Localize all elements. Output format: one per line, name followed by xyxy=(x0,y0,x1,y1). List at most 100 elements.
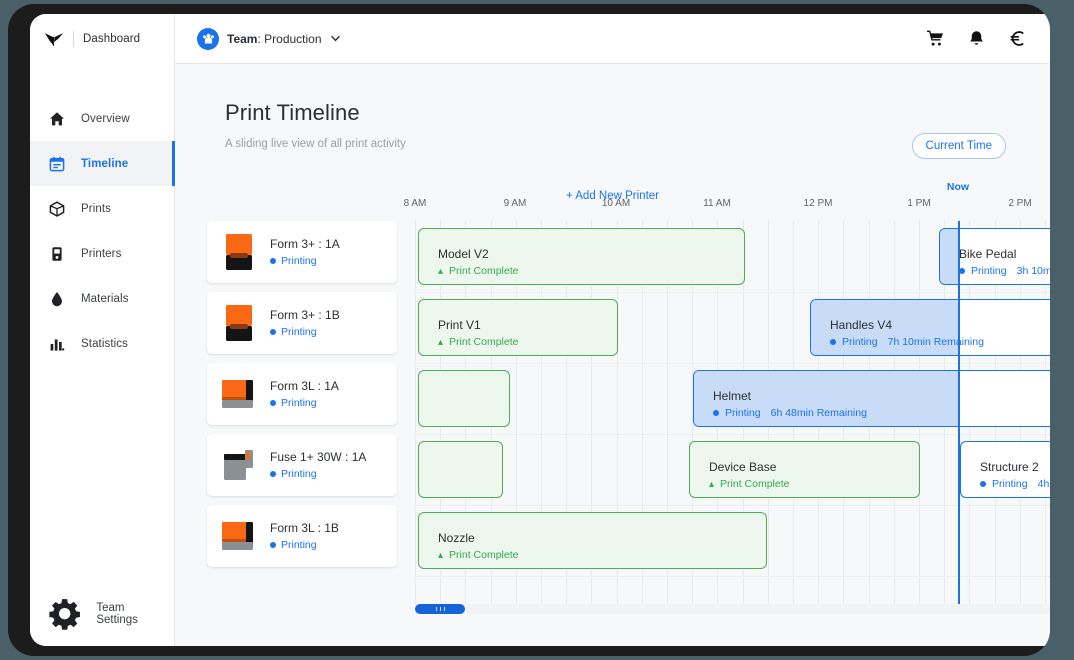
job-text: Device Base ▴ Print Complete xyxy=(709,460,789,490)
job-elapsed-fill xyxy=(940,229,959,284)
now-label: Now xyxy=(947,181,969,193)
printer-list: Form 3+ : 1APrintingForm 3+ : 1BPrinting… xyxy=(207,221,397,576)
axis-tick-label: 1 PM xyxy=(907,198,930,209)
timeline-grid-inner: Model V2▴Print CompleteBike PedalPrintin… xyxy=(415,221,1050,646)
status-dot-icon xyxy=(270,329,276,335)
printer-info: Form 3+ : 1BPrinting xyxy=(270,308,340,338)
printer-card[interactable]: Form 3L : 1A Printing xyxy=(207,363,397,425)
job-remaining: 7h 10min Remaining xyxy=(888,336,984,348)
printer-card[interactable]: Form 3+ : 1A Printing xyxy=(207,221,397,283)
axis-tick-label: 9 AM xyxy=(504,198,527,209)
job-status-label: Print Complete xyxy=(449,336,518,348)
page-title: Print Timeline xyxy=(225,100,1050,126)
job-text: Helmet Printing6h 48min Remaining xyxy=(713,389,867,419)
horizontal-scrollbar-track[interactable] xyxy=(415,604,1050,614)
timeline-job-block[interactable]: Print V1▴Print Complete xyxy=(418,299,618,356)
timeline-job-block[interactable]: Handles V4Printing7h 10min Remaining xyxy=(810,299,1050,356)
timeline-job-block[interactable]: Nozzle▴Print Complete xyxy=(418,512,767,569)
team-selector[interactable]: Team: Production xyxy=(197,28,341,50)
home-icon xyxy=(49,111,65,127)
printer-status: Printing xyxy=(270,468,366,480)
job-name: Bike Pedal xyxy=(959,247,1050,261)
sidebar-label: Materials xyxy=(81,293,129,305)
grid-rowline xyxy=(415,363,1050,364)
axis-tick-label: 10 AM xyxy=(602,198,630,209)
job-status-label: Print Complete xyxy=(449,265,518,277)
sidebar-label: Overview xyxy=(81,113,130,125)
job-status: ▴Print Complete xyxy=(438,549,518,561)
timeline-grid: Model V2▴Print CompleteBike PedalPrintin… xyxy=(415,221,1050,646)
status-dot-icon xyxy=(830,339,836,345)
sidebar-item-overview[interactable]: Overview xyxy=(30,96,174,141)
timeline-job-block[interactable]: Structure 2 Printing4h 37min Remaining xyxy=(960,441,1050,498)
timeline-job-block[interactable]: Device Base ▴ Print Complete xyxy=(689,441,920,498)
now-line xyxy=(958,221,960,604)
job-status: Printing6h 48min Remaining xyxy=(713,407,867,419)
printer-name: Form 3L : 1A xyxy=(270,379,339,393)
form3-printer-thumb xyxy=(220,303,258,343)
cart-icon[interactable] xyxy=(927,30,944,47)
job-remaining: 6h 48min Remaining xyxy=(771,407,867,419)
printer-card[interactable]: Form 3L : 1BPrinting xyxy=(207,505,397,567)
status-dot-icon xyxy=(270,471,276,477)
printer-name: Form 3+ : 1A xyxy=(270,237,340,251)
printer-card[interactable]: Form 3+ : 1BPrinting xyxy=(207,292,397,354)
form3-printer-thumb xyxy=(220,232,258,272)
printer-status-label: Printing xyxy=(281,397,317,409)
thumbs-up-icon: ▴ xyxy=(709,479,714,490)
thumbs-up-icon: ▴ xyxy=(438,550,443,561)
job-status-label: Printing xyxy=(971,265,1007,277)
app-screen: Dashboard Overview Timeline xyxy=(30,14,1050,646)
sidebar-item-timeline[interactable]: Timeline xyxy=(30,141,174,186)
printer-status: Printing xyxy=(270,397,339,409)
timeline-job-block[interactable]: Model V2 ▴Print Complete xyxy=(418,228,745,285)
printer-info: Form 3L : 1BPrinting xyxy=(270,521,339,551)
team-label: Team: Production xyxy=(227,32,322,46)
team-name: Production xyxy=(264,32,321,46)
job-status: Printing 7h 10min Remaining xyxy=(830,336,984,348)
sidebar-item-prints[interactable]: Prints xyxy=(30,186,174,231)
job-remaining: 4h 37min Remaining xyxy=(1038,478,1050,490)
timeline-job-block[interactable] xyxy=(418,370,510,427)
status-dot-icon xyxy=(713,410,719,416)
current-time-button[interactable]: Current Time xyxy=(912,133,1006,159)
euro-icon[interactable] xyxy=(1009,30,1026,47)
printer-status-label: Printing xyxy=(281,255,317,267)
horizontal-scrollbar-thumb[interactable] xyxy=(415,604,465,614)
printer-status-label: Printing xyxy=(281,326,317,338)
job-status: Printing4h 37min Remaining xyxy=(980,478,1050,490)
job-text: Structure 2 Printing4h 37min Remaining xyxy=(980,460,1050,490)
job-name: Helmet xyxy=(713,389,867,403)
job-name: Model V2 xyxy=(438,247,518,261)
sidebar-item-printers[interactable]: Printers xyxy=(30,231,174,276)
axis-tick-label: 8 AM xyxy=(404,198,427,209)
sidebar-nav: Overview Timeline Prints xyxy=(30,96,174,366)
bell-icon[interactable] xyxy=(968,30,985,47)
form3l-printer-thumb xyxy=(220,374,258,414)
job-text: Model V2 ▴Print Complete xyxy=(438,247,518,277)
sidebar-label: Prints xyxy=(81,203,111,215)
printer-status: Printing xyxy=(270,326,340,338)
main-content: Print Timeline A sliding live view of al… xyxy=(175,64,1050,646)
job-name: Structure 2 xyxy=(980,460,1050,474)
job-status-label: Print Complete xyxy=(720,478,789,490)
sidebar-item-statistics[interactable]: Statistics xyxy=(30,321,174,366)
timeline-job-block[interactable]: Bike Pedal Printing3h 10min Remaining xyxy=(939,228,1050,285)
sidebar-item-materials[interactable]: Materials xyxy=(30,276,174,321)
droplet-icon xyxy=(49,291,65,307)
job-status: ▴Print Complete xyxy=(438,265,518,277)
status-dot-icon xyxy=(270,400,276,406)
job-status-label: Printing xyxy=(842,336,878,348)
job-name: Device Base xyxy=(709,460,789,474)
brand[interactable]: Dashboard xyxy=(30,14,174,64)
job-status: ▴ Print Complete xyxy=(438,336,518,348)
printer-card[interactable]: Fuse 1+ 30W : 1APrinting xyxy=(207,434,397,496)
sidebar-item-team-settings[interactable]: Team Settings xyxy=(30,596,138,632)
cube-icon xyxy=(49,201,65,217)
job-status: Printing3h 10min Remaining xyxy=(959,265,1050,277)
grid-rowline xyxy=(415,292,1050,293)
timeline-axis: 8 AM9 AM10 AM11 AM12 PM1 PM2 PMNow xyxy=(175,186,1050,216)
thumbs-up-icon: ▴ xyxy=(438,337,443,348)
timeline-job-block[interactable] xyxy=(418,441,503,498)
timeline-job-block[interactable]: Helmet Printing6h 48min Remaining xyxy=(693,370,1050,427)
